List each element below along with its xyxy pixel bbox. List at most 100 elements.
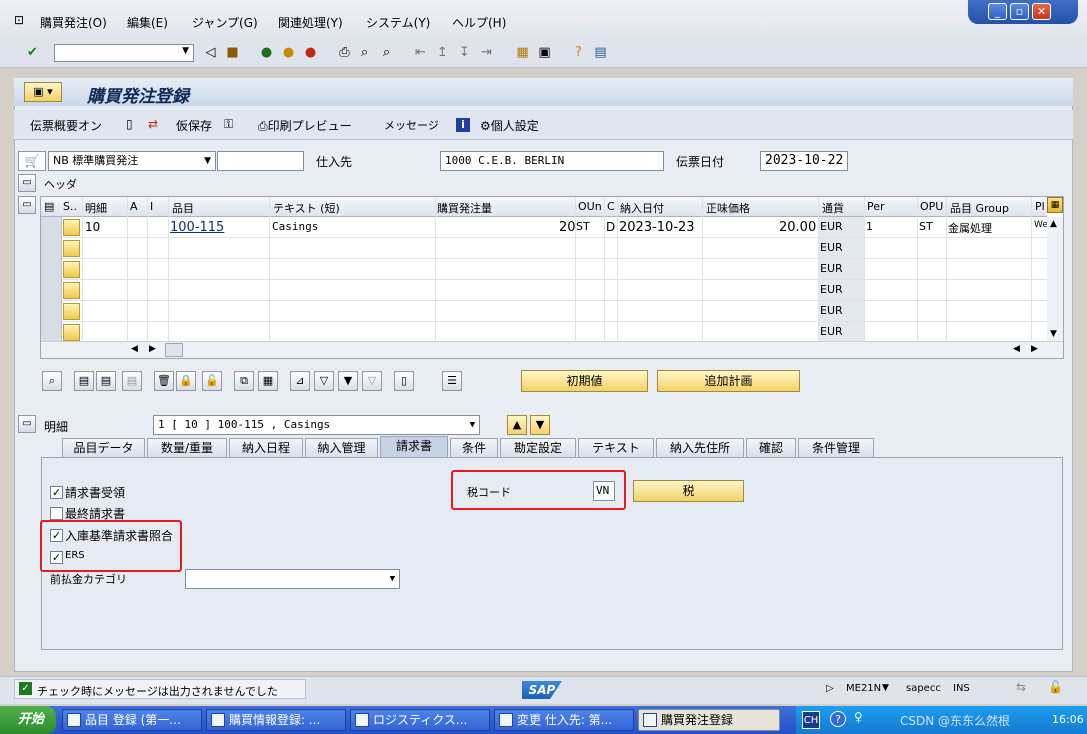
- row-selector[interactable]: [41, 280, 62, 301]
- prev-page-icon[interactable]: ↥: [434, 44, 451, 61]
- cart-icon[interactable]: 🛒: [18, 151, 46, 171]
- tab-delivery[interactable]: 納入管理: [305, 438, 378, 458]
- find-icon[interactable]: ⌕: [356, 44, 373, 61]
- col-per[interactable]: Per: [867, 200, 885, 213]
- taskbar-item[interactable]: 品目 登録 (第一...: [62, 709, 202, 731]
- vertical-scrollbar[interactable]: ▲ ▼: [1047, 217, 1063, 341]
- next-page-icon[interactable]: ↧: [456, 44, 473, 61]
- scroll-up-icon[interactable]: ▲: [1050, 219, 1057, 229]
- header-expand-icon[interactable]: ▭: [18, 174, 36, 192]
- copy-icon[interactable]: ⧉: [234, 371, 254, 391]
- taskbar-item[interactable]: ロジスティクス...: [350, 709, 490, 731]
- grid-menu-icon[interactable]: ▤: [44, 200, 54, 213]
- messages-button[interactable]: メッセージ: [384, 117, 439, 133]
- lock-icon[interactable]: 🔒: [176, 371, 196, 391]
- row-selector[interactable]: [41, 301, 62, 322]
- list-icon[interactable]: ☰: [442, 371, 462, 391]
- find-next-icon[interactable]: ⌕: [378, 44, 395, 61]
- menu-icon[interactable]: ⊡: [14, 13, 24, 27]
- scroll-down-icon[interactable]: ▼: [1050, 329, 1057, 339]
- col-net-price[interactable]: 正味価格: [706, 200, 750, 216]
- tab-delivery-address[interactable]: 納入先住所: [656, 438, 744, 458]
- menu-environment[interactable]: 関連処理(Y): [278, 14, 343, 31]
- save-icon[interactable]: ■: [224, 44, 241, 61]
- horizontal-scrollbar[interactable]: ◀ ▶ ◀ ▶: [41, 341, 1063, 358]
- doc-type-select[interactable]: NB 標準購買発注 ▼: [48, 151, 216, 171]
- insert-row-icon[interactable]: ▤: [96, 371, 116, 391]
- cell-opu[interactable]: ST: [919, 220, 933, 233]
- default-values-button[interactable]: 初期値: [521, 370, 648, 392]
- other-doc-icon[interactable]: ⇄: [148, 117, 158, 131]
- add-planning-button[interactable]: 追加計画: [657, 370, 800, 392]
- taskbar-item-active[interactable]: 購買発注登録: [638, 709, 780, 731]
- scroll-left-icon[interactable]: ◀: [131, 344, 138, 354]
- new-doc-icon[interactable]: ▯: [126, 117, 133, 131]
- tab-condition-control[interactable]: 条件管理: [798, 438, 874, 458]
- print-preview-button[interactable]: ⎙印刷プレビュー: [258, 117, 352, 134]
- unlock-icon[interactable]: 🔓: [202, 371, 222, 391]
- back-arrow-icon[interactable]: ◁: [202, 44, 219, 61]
- prev-item-icon[interactable]: ▲: [507, 415, 527, 435]
- col-item[interactable]: 明細: [85, 200, 107, 216]
- item-select[interactable]: 1 [ 10 ] 100-115 , Casings ▼: [153, 415, 480, 435]
- tab-account-assignment[interactable]: 勘定設定: [500, 438, 576, 458]
- start-button[interactable]: 开始: [0, 706, 56, 734]
- language-indicator[interactable]: CH: [802, 711, 820, 729]
- shortcut-icon[interactable]: ▣: [536, 44, 553, 61]
- tab-quantity-weight[interactable]: 数量/重量: [147, 438, 227, 458]
- tab-conditions[interactable]: 条件: [450, 438, 498, 458]
- add-row-icon[interactable]: ▤: [74, 371, 94, 391]
- col-cat[interactable]: I: [150, 200, 153, 213]
- hold-button[interactable]: 仮保存: [176, 117, 212, 134]
- first-page-icon[interactable]: ⇤: [412, 44, 429, 61]
- col-short-text[interactable]: テキスト (短): [273, 200, 340, 216]
- cell-short-text[interactable]: Casings: [272, 220, 318, 233]
- menu-purchase-order[interactable]: 購買発注(O): [40, 14, 107, 31]
- cell-currency[interactable]: EUR: [820, 241, 843, 254]
- cell-currency[interactable]: EUR: [820, 262, 843, 275]
- grid-settings-icon[interactable]: ▦: [258, 371, 278, 391]
- cell-plant[interactable]: We: [1034, 220, 1048, 230]
- menu-edit[interactable]: 編集(E): [127, 14, 168, 31]
- table-row[interactable]: EUR: [41, 322, 1047, 343]
- col-status[interactable]: S..: [63, 200, 77, 213]
- personal-settings-button[interactable]: ⚙個人設定: [480, 117, 539, 134]
- menu-help[interactable]: ヘルプ(H): [452, 14, 506, 31]
- enter-icon[interactable]: ✔: [24, 44, 41, 61]
- menu-system[interactable]: システム(Y): [366, 14, 430, 31]
- cancel-icon[interactable]: ●: [302, 44, 319, 61]
- document-icon[interactable]: ▯: [394, 371, 414, 391]
- cell-delivery-date[interactable]: 2023-10-23: [619, 220, 695, 235]
- doc-number-field[interactable]: [217, 151, 304, 171]
- cell-item[interactable]: 10: [85, 220, 100, 234]
- cell-net-price[interactable]: 20.00: [779, 220, 816, 235]
- row-status-icon[interactable]: [63, 303, 80, 320]
- items-collapse-icon[interactable]: ▭: [18, 196, 36, 214]
- col-acct[interactable]: A: [130, 200, 138, 213]
- delete-icon[interactable]: 🗑: [154, 371, 174, 391]
- exit-icon[interactable]: ●: [280, 44, 297, 61]
- print-icon[interactable]: ⎙: [336, 44, 353, 61]
- row-status-icon[interactable]: [63, 240, 80, 257]
- downpay-select[interactable]: ▼: [185, 569, 400, 589]
- status-expand-icon[interactable]: ▷: [826, 683, 834, 694]
- cell-material-group[interactable]: 金属処理: [948, 220, 992, 236]
- menu-goto[interactable]: ジャンプ(G): [192, 14, 258, 31]
- info-icon[interactable]: i: [456, 118, 470, 132]
- doc-date-field[interactable]: 2023-10-22: [760, 151, 848, 171]
- copy-row-icon[interactable]: ▤: [122, 371, 142, 391]
- row-selector[interactable]: [41, 322, 62, 343]
- col-c[interactable]: C: [607, 200, 615, 213]
- col-oun[interactable]: OUn: [578, 200, 602, 213]
- row-selector[interactable]: [41, 238, 62, 259]
- column-settings-icon[interactable]: ▦: [1047, 197, 1063, 213]
- tab-confirmations[interactable]: 確認: [746, 438, 796, 458]
- col-plant[interactable]: Pl: [1035, 200, 1045, 213]
- ime-icon[interactable]: ♀: [854, 710, 863, 724]
- cell-quantity[interactable]: 20: [559, 220, 576, 235]
- final-invoice-checkbox[interactable]: [50, 507, 63, 520]
- table-row[interactable]: EUR: [41, 238, 1047, 259]
- table-row[interactable]: EUR: [41, 280, 1047, 301]
- tax-button[interactable]: 税: [633, 480, 744, 502]
- sort-icon[interactable]: ⊿: [290, 371, 310, 391]
